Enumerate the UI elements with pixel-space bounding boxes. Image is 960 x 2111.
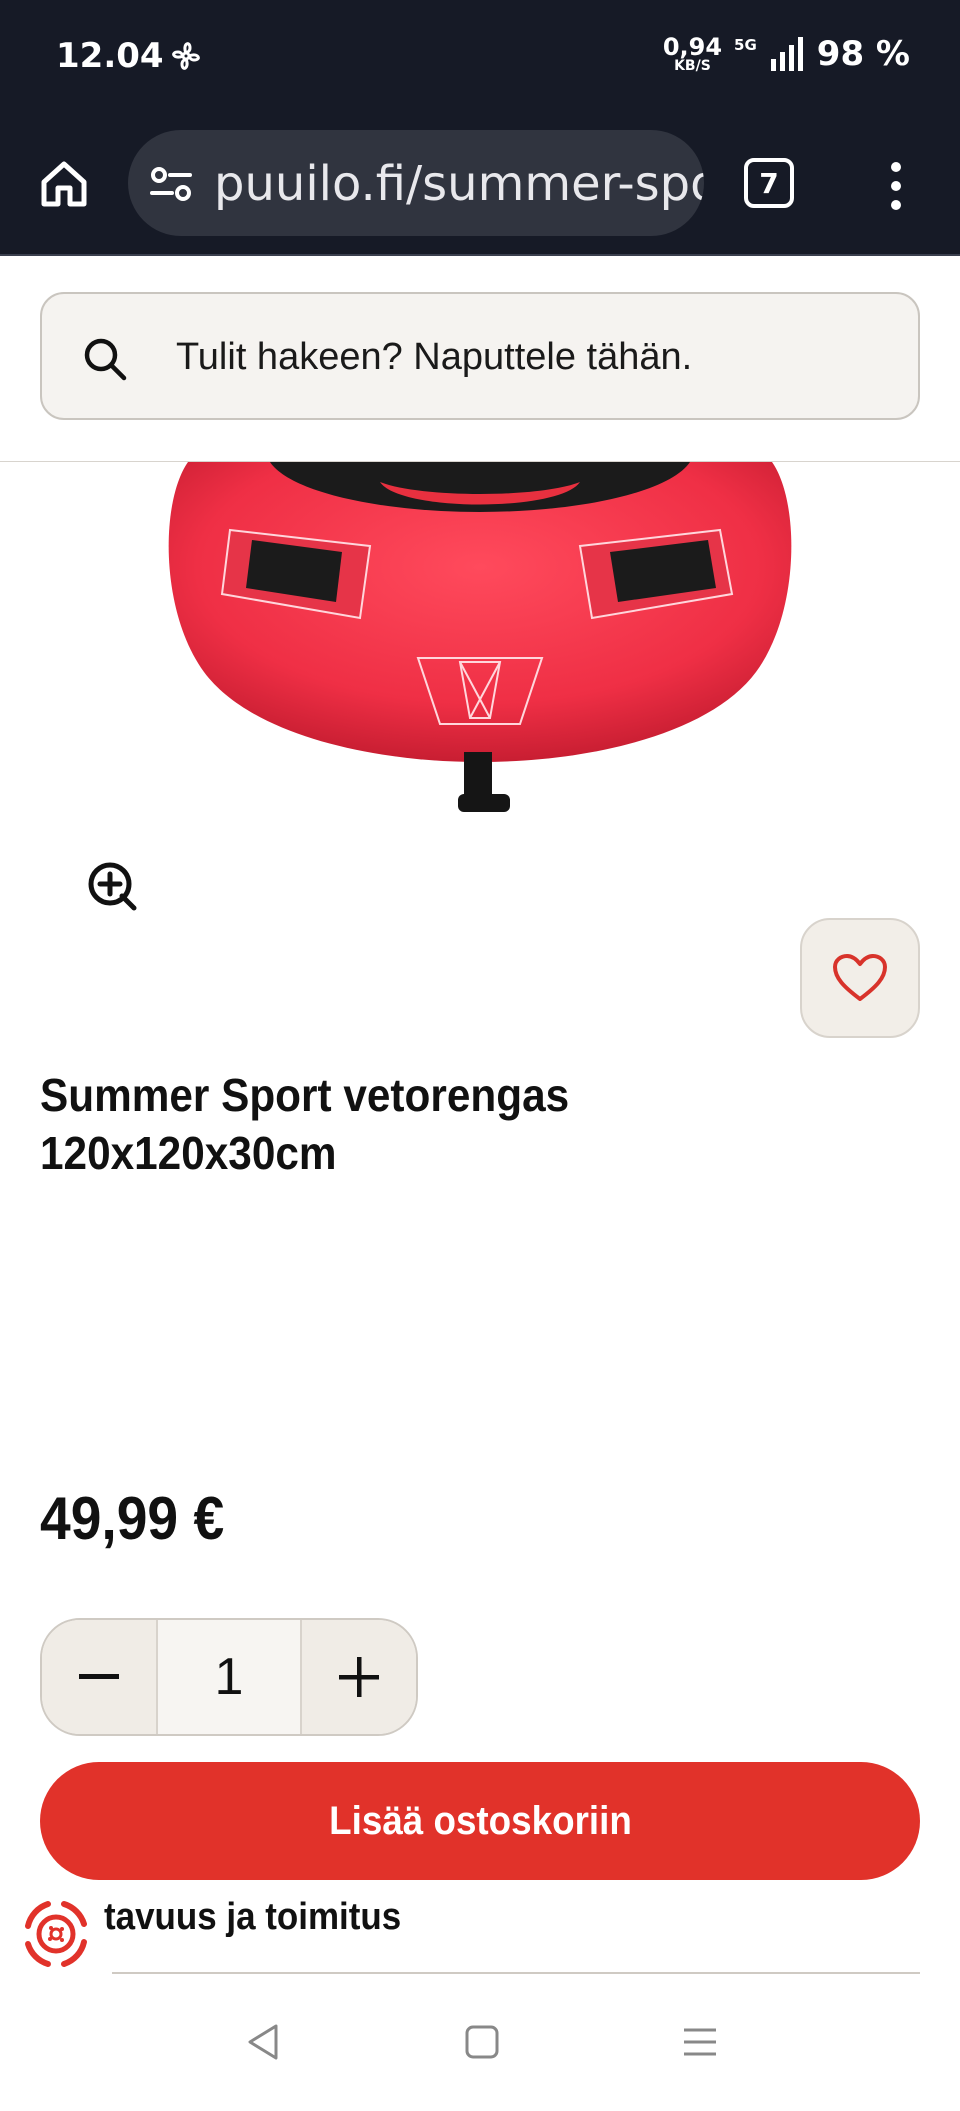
product-price: 49,99 € [40, 1485, 225, 1552]
signal-icon [770, 37, 803, 71]
minus-icon [79, 1674, 119, 1679]
search-placeholder: Tulit hakeen? Naputtele tähän. [176, 336, 693, 378]
home-square-icon[interactable] [462, 2022, 502, 2062]
network-type: 5G [734, 36, 757, 54]
zoom-in-icon[interactable] [86, 860, 138, 912]
heart-icon [833, 954, 887, 1001]
product-title-line-2: 120x120x30cm [40, 1127, 337, 1179]
status-right: 0,94 KB/S 5G 98 % [663, 34, 910, 74]
menu-dot [891, 181, 901, 191]
recent-apps-icon[interactable] [680, 2022, 720, 2062]
product-image[interactable] [160, 462, 800, 832]
quantity-input[interactable]: 1 [156, 1620, 302, 1734]
url-text: puuilo.fi/summer-sport [214, 156, 704, 212]
tire-logo-icon[interactable] [18, 1896, 94, 1972]
product-title-line-1: Summer Sport vetorengas [40, 1069, 570, 1121]
favorite-button[interactable] [800, 918, 920, 1038]
search-header: Tulit hakeen? Naputtele tähän. [0, 256, 960, 462]
product-title: Summer Sport vetorengas 120x120x30cm [40, 1066, 702, 1182]
home-icon[interactable] [38, 158, 90, 210]
system-navigation-bar [0, 1990, 960, 2111]
availability-section-title[interactable]: tavuus ja toimitus [104, 1896, 401, 1939]
more-vert-icon[interactable] [882, 156, 910, 216]
search-icon [84, 338, 127, 381]
quantity-increase-button[interactable] [302, 1620, 416, 1734]
add-to-cart-button[interactable]: Lisää ostoskoriin [40, 1762, 920, 1880]
network-speed-unit: KB/S [674, 58, 711, 74]
menu-dot [891, 200, 901, 210]
tab-switcher-button[interactable]: 7 [744, 158, 794, 208]
search-input[interactable]: Tulit hakeen? Naputtele tähän. [40, 292, 920, 420]
back-icon[interactable] [244, 2022, 284, 2062]
add-to-cart-label: Lisää ostoskoriin [328, 1798, 632, 1843]
address-bar[interactable]: puuilo.fi/summer-sport [128, 130, 704, 236]
network-speed-value: 0,94 [662, 33, 723, 61]
status-time: 12.04 [56, 36, 164, 76]
plus-icon [339, 1657, 379, 1697]
divider [112, 1972, 920, 1974]
quantity-decrease-button[interactable] [42, 1620, 156, 1734]
network-speed: 0,94 KB/S [663, 35, 722, 73]
quantity-stepper: 1 [40, 1618, 418, 1736]
tune-icon[interactable] [150, 166, 192, 202]
menu-dot [891, 162, 901, 172]
fan-icon [172, 42, 200, 70]
battery-level: 98 % [816, 34, 910, 74]
browser-toolbar: puuilo.fi/summer-sport 7 [0, 118, 960, 256]
status-bar: 12.04 0,94 KB/S 5G 98 % [0, 0, 960, 118]
